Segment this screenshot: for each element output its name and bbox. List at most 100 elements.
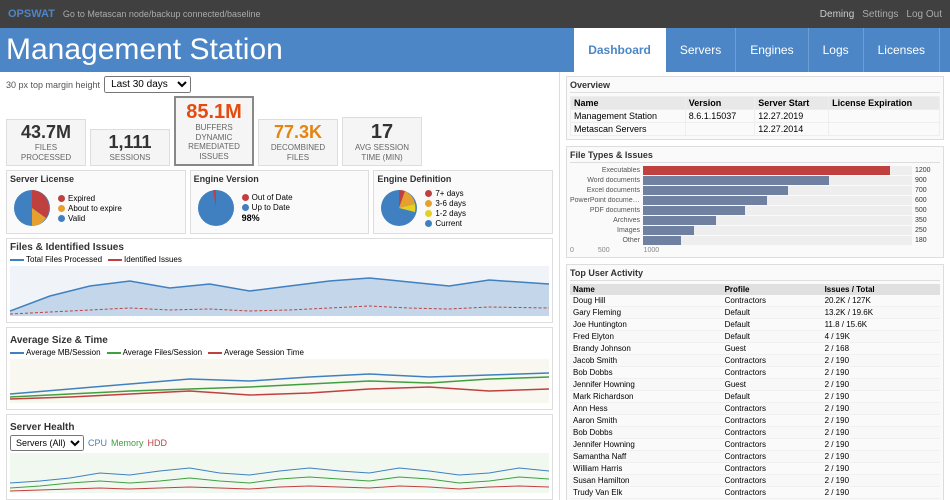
file-type-bar-row: Excel documents700	[570, 186, 940, 195]
metric-files-processed: 43.7M FILESPROCESSED	[6, 119, 86, 166]
file-type-fill	[643, 166, 890, 175]
time-range-row: 30 px top margin height Last 30 days Las…	[6, 76, 553, 93]
file-type-bar-row: Archives 350	[570, 216, 940, 225]
file-type-bar-row: Word documents900	[570, 176, 940, 185]
metric-sessions: 1,111 SESSIONS	[90, 129, 170, 166]
logout-link[interactable]: Log Out	[906, 9, 942, 20]
server-health: Server Health Servers (All) CPU Memory H…	[6, 414, 553, 500]
outofdate-dot	[242, 194, 249, 201]
about-expire-label: About to expire	[68, 204, 122, 213]
user-cell: 2 / 190	[822, 439, 940, 451]
user-table-row: Bob DobbsContractors2 / 190	[570, 367, 940, 379]
user-cell: William Harris	[570, 463, 722, 475]
legend-uptodate: Up to Date	[242, 203, 293, 212]
user-cell: Contractors	[722, 427, 822, 439]
metric-avg-session: 17 AVG SESSIONTIME (MIN)	[342, 117, 422, 166]
user-cell: Brandy Johnson	[570, 343, 722, 355]
tab-dashboard[interactable]: Dashboard	[574, 28, 666, 72]
metric-value-sessions: 1,111	[97, 133, 163, 153]
right-panel: Overview Name Version Server Start Licen…	[560, 72, 950, 500]
tab-logs[interactable]: Logs	[809, 28, 864, 72]
tab-licenses[interactable]: Licenses	[864, 28, 940, 72]
file-type-track	[643, 186, 912, 195]
user-table-row: Aaron SmithContractors2 / 190	[570, 415, 940, 427]
user-table-row: William HarrisContractors2 / 190	[570, 463, 940, 475]
file-type-track	[643, 196, 912, 205]
user-cell: Contractors	[722, 403, 822, 415]
engine-definition-pie	[377, 186, 421, 230]
user-cell: Default	[722, 307, 822, 319]
12days-dot	[425, 210, 432, 217]
files-legend: Total Files Processed Identified Issues	[10, 255, 549, 264]
avg-chart-svg	[10, 359, 549, 403]
range-label: 30 px top margin height	[6, 80, 100, 90]
36days-dot	[425, 200, 432, 207]
health-metric-hdd: HDD	[148, 438, 168, 448]
legend-outofdate: Out of Date	[242, 193, 293, 202]
metric-label-decombined: DECOMBINEDFILES	[265, 143, 331, 162]
user-table-row: Samantha NaffContractors2 / 190	[570, 451, 940, 463]
avg-files-line	[107, 352, 121, 354]
user-cell: Jennifer Howning	[570, 439, 722, 451]
legend-avg-time: Average Session Time	[208, 348, 304, 357]
file-type-bar-row: PowerPoint documents600	[570, 196, 940, 205]
identified-issues-label: Identified Issues	[124, 255, 182, 264]
user-cell: Joe Huntington	[570, 319, 722, 331]
file-type-fill	[643, 236, 681, 245]
file-type-label: Archives	[570, 217, 640, 224]
avg-files-label: Average Files/Session	[123, 348, 202, 357]
user-cell: 2 / 190	[822, 391, 940, 403]
health-metric-cpu: CPU	[88, 438, 107, 448]
main-content: 30 px top margin height Last 30 days Las…	[0, 72, 950, 500]
file-type-label: PowerPoint documents	[570, 197, 640, 204]
tab-servers[interactable]: Servers	[666, 28, 736, 72]
time-range-select[interactable]: Last 30 days Last 7 days Last 24 hours	[104, 76, 191, 93]
uptodate-label: Up to Date	[252, 203, 290, 212]
user-cell: Contractors	[722, 463, 822, 475]
file-type-label: Executables	[570, 167, 640, 174]
files-chart-svg	[10, 266, 549, 316]
user-cell: Contractors	[722, 439, 822, 451]
file-type-value: 180	[915, 237, 940, 244]
legend-98pct: 98%	[242, 213, 293, 223]
user-table-row: Brandy JohnsonGuest2 / 168	[570, 343, 940, 355]
overview-cell	[829, 123, 940, 136]
overview-table: Name Version Server Start License Expira…	[570, 96, 940, 136]
user-table-row: Jacob SmithContractors2 / 190	[570, 355, 940, 367]
file-type-label: Word documents	[570, 177, 640, 184]
user-col-issues: Issues / Total	[822, 284, 940, 295]
user-cell: Bob Dobbs	[570, 367, 722, 379]
valid-dot	[58, 215, 65, 222]
health-chart-svg	[10, 453, 549, 493]
tab-engines[interactable]: Engines	[736, 28, 808, 72]
user-cell: Fred Elyton	[570, 331, 722, 343]
metric-value-decombined: 77.3K	[265, 123, 331, 143]
metric-value-files: 43.7M	[13, 123, 79, 143]
user-table-header: Name Profile Issues / Total	[570, 284, 940, 295]
36days-label: 3-6 days	[435, 199, 466, 208]
metric-remediated: 85.1M BUFFERSDYNAMICREMEDIATEDISSUES	[174, 96, 254, 166]
file-type-value: 350	[915, 217, 940, 224]
overview-cell: Metascan Servers	[571, 123, 686, 136]
user-cell: Samantha Naff	[570, 451, 722, 463]
user-table-row: Jennifer HowningContractors2 / 190	[570, 439, 940, 451]
file-type-value: 1200	[915, 167, 940, 174]
7days-label: 7+ days	[435, 189, 463, 198]
user-cell: 2 / 190	[822, 379, 940, 391]
user-cell: Doug Hill	[570, 295, 722, 307]
overview-col-version: Version	[685, 97, 754, 110]
nav-left: OPSWAT Go to Metascan node/backup connec…	[8, 8, 261, 20]
file-types-title: File Types & Issues	[570, 150, 940, 163]
health-server-select[interactable]: Servers (All)	[10, 435, 84, 451]
settings-link[interactable]: Settings	[862, 9, 898, 20]
overview-col-name: Name	[571, 97, 686, 110]
user-cell: Jennifer Howning	[570, 379, 722, 391]
overview-cell: 12.27.2014	[755, 123, 829, 136]
overview-cell: 8.6.1.15037	[685, 110, 754, 123]
user-cell: Contractors	[722, 451, 822, 463]
file-type-label: Other	[570, 237, 640, 244]
user-table-body: Doug HillContractors20.2K / 127KGary Fle…	[570, 295, 940, 500]
files-identified-issues: Files & Identified Issues Total Files Pr…	[6, 238, 553, 323]
user-cell: 2 / 190	[822, 415, 940, 427]
user-cell: Aaron Smith	[570, 415, 722, 427]
